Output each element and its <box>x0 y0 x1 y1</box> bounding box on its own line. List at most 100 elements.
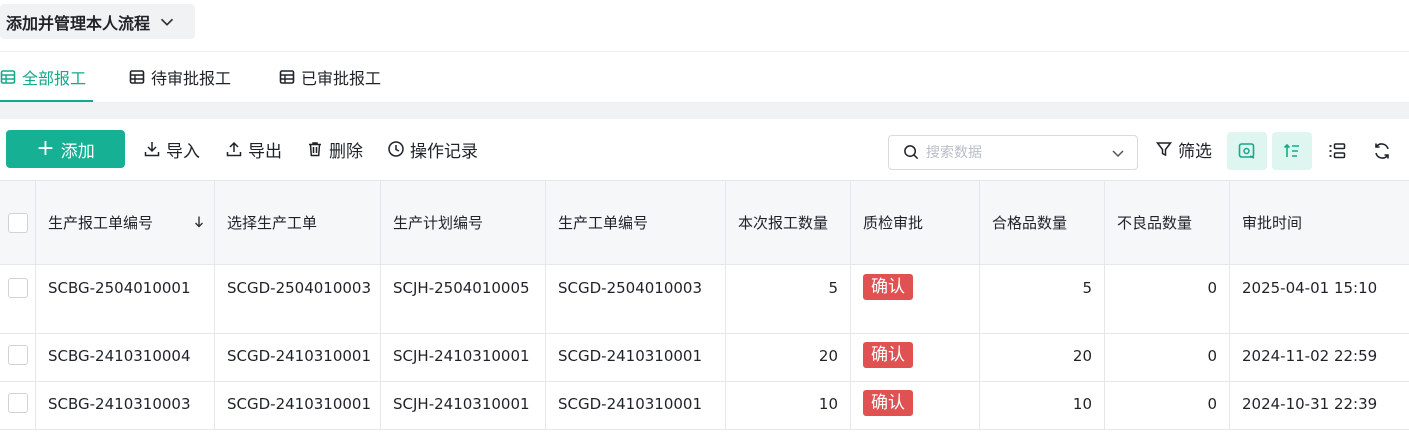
order-no-cell: SCGD-2410310001 <box>546 334 726 381</box>
column-label: 审批时间 <box>1242 214 1303 232</box>
add-button-label: 添加 <box>60 141 95 162</box>
tab-label: 待审批报工 <box>151 69 232 88</box>
refresh-button[interactable] <box>1362 132 1402 170</box>
tab-approved-reports[interactable]: 已审批报工 <box>279 52 381 102</box>
approval-time-cell: 2024-11-02 22:59 <box>1242 347 1378 365</box>
delete-button[interactable]: 删除 <box>306 135 363 163</box>
import-label: 导入 <box>166 141 200 162</box>
column-header[interactable]: 本次报工数量 <box>726 181 851 264</box>
page-title: 添加并管理本人流程 <box>6 13 151 33</box>
filter-label: 筛选 <box>1178 141 1212 162</box>
tab-pending-reports[interactable]: 待审批报工 <box>129 52 231 102</box>
title-bar: 添加并管理本人流程 <box>0 0 1409 52</box>
select-all-checkbox[interactable] <box>7 212 28 233</box>
row-checkbox[interactable] <box>7 278 28 298</box>
good-qty-cell: 20 <box>980 334 1105 381</box>
sort-arrow-down-icon[interactable] <box>192 215 206 229</box>
plan-no-cell: SCJH-2410310001 <box>381 382 546 429</box>
column-label: 生产报工单编号 <box>48 214 154 232</box>
column-label: 本次报工数量 <box>738 214 829 232</box>
approval-cell: 确认 <box>851 382 980 429</box>
table-row[interactable]: SCBG-2504010001 SCGD-2504010003 SCJH-250… <box>0 265 1409 334</box>
table-icon <box>279 70 295 84</box>
refresh-icon <box>1375 143 1389 159</box>
qty-cell: 10 <box>726 382 851 429</box>
work-order-cell: SCGD-2504010003 <box>215 265 381 333</box>
row-checkbox[interactable] <box>7 345 28 365</box>
column-label: 生产工单编号 <box>558 214 649 232</box>
view-toggle-button[interactable] <box>1227 132 1267 170</box>
filter-icon <box>1155 142 1173 157</box>
report-no-cell: SCBG-2410310003 <box>36 382 215 429</box>
search-input[interactable] <box>926 144 1106 161</box>
column-label: 选择生产工单 <box>227 214 318 232</box>
list-group-icon <box>1329 143 1346 159</box>
qty-cell: 5 <box>726 265 851 333</box>
import-button[interactable]: 导入 <box>143 135 200 163</box>
work-order-cell: SCGD-2410310001 <box>215 334 381 381</box>
report-no-cell: SCBG-2504010001 <box>36 265 215 333</box>
tab-all-reports[interactable]: 全部报工 <box>0 52 93 102</box>
report-no-cell: SCBG-2410310004 <box>36 334 215 381</box>
section-divider <box>0 102 1409 119</box>
row-checkbox[interactable] <box>7 393 28 413</box>
good-qty-cell: 5 <box>980 265 1105 333</box>
good-qty-cell: 10 <box>980 382 1105 429</box>
search-box[interactable] <box>888 135 1138 170</box>
column-header[interactable]: 审批时间 <box>1230 181 1409 264</box>
sort-button[interactable] <box>1272 132 1312 170</box>
add-button[interactable]: + 添加 <box>6 130 125 168</box>
sort-ascending-icon <box>1283 143 1299 157</box>
plan-no-cell: SCJH-2410310001 <box>381 334 546 381</box>
tab-bar: 全部报工 待审批报工 已审批报工 <box>0 52 1409 102</box>
column-label: 生产计划编号 <box>393 214 484 232</box>
toolbar: + 添加 导入 导出 删除 操作记录 筛选 <box>0 119 1409 180</box>
tab-label: 全部报工 <box>22 69 87 88</box>
export-button[interactable]: 导出 <box>225 135 282 163</box>
approval-time-cell: 2025-04-01 15:10 <box>1242 279 1378 297</box>
row-select-cell <box>0 334 36 381</box>
column-header[interactable]: 生产工单编号 <box>546 181 726 264</box>
delete-label: 删除 <box>329 141 363 162</box>
column-header[interactable]: 质检审批 <box>851 181 980 264</box>
chevron-down-icon <box>160 18 174 26</box>
select-all-cell <box>0 181 36 264</box>
column-label: 合格品数量 <box>992 214 1068 232</box>
qty-cell: 20 <box>726 334 851 381</box>
status-badge: 确认 <box>863 342 913 368</box>
column-header[interactable]: 合格品数量 <box>980 181 1105 264</box>
filter-button[interactable]: 筛选 <box>1155 135 1212 163</box>
log-label: 操作记录 <box>410 141 478 162</box>
approval-cell: 确认 <box>851 334 980 381</box>
column-header[interactable]: 不良品数量 <box>1105 181 1230 264</box>
bad-qty-cell: 0 <box>1105 382 1230 429</box>
table-row[interactable]: SCBG-2410310003 SCGD-2410310001 SCJH-241… <box>0 382 1409 430</box>
status-badge: 确认 <box>863 390 913 416</box>
approval-time-cell: 2024-10-31 22:39 <box>1242 395 1378 413</box>
order-no-cell: SCGD-2504010003 <box>546 265 726 333</box>
table-icon <box>0 70 16 84</box>
chevron-down-icon[interactable] <box>1109 144 1127 162</box>
table-header: 生产报工单编号 选择生产工单 生产计划编号 生产工单编号 本次报工数量 质检审批… <box>0 180 1409 265</box>
order-no-cell: SCGD-2410310001 <box>546 382 726 429</box>
download-icon <box>144 142 160 157</box>
group-button[interactable] <box>1317 132 1357 170</box>
work-order-cell: SCGD-2410310001 <box>215 382 381 429</box>
tab-label: 已审批报工 <box>301 69 382 88</box>
column-header[interactable]: 生产计划编号 <box>381 181 546 264</box>
flow-selector[interactable]: 添加并管理本人流程 <box>0 4 195 39</box>
approval-cell: 确认 <box>851 265 980 333</box>
column-header[interactable]: 生产报工单编号 <box>36 181 215 264</box>
trash-icon <box>309 142 321 157</box>
status-badge: 确认 <box>863 274 913 300</box>
plan-no-cell: SCJH-2504010005 <box>381 265 546 333</box>
bad-qty-cell: 0 <box>1105 265 1230 333</box>
column-label: 质检审批 <box>863 214 924 232</box>
operation-log-button[interactable]: 操作记录 <box>387 135 478 163</box>
upload-icon <box>226 141 242 157</box>
column-label: 不良品数量 <box>1117 214 1193 232</box>
table-row[interactable]: SCBG-2410310004 SCGD-2410310001 SCJH-241… <box>0 334 1409 382</box>
column-header[interactable]: 选择生产工单 <box>215 181 381 264</box>
row-select-cell <box>0 265 36 333</box>
bad-qty-cell: 0 <box>1105 334 1230 381</box>
